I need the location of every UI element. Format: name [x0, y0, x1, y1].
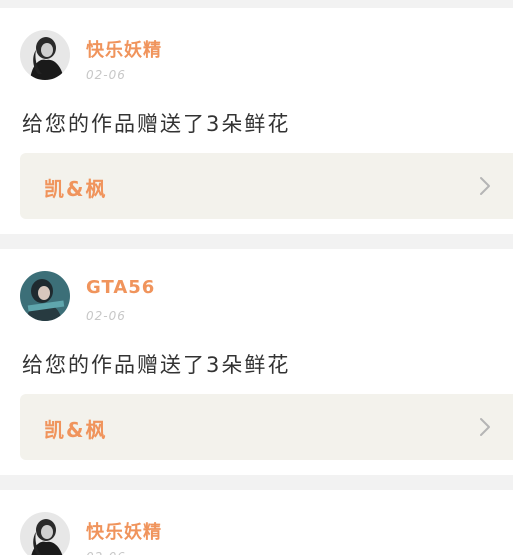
notification-message: 给您的作品赠送了3朵鲜花	[22, 353, 291, 377]
notification-message: 给您的作品赠送了3朵鲜花	[22, 112, 291, 136]
post-date: 02-06	[86, 309, 126, 323]
chevron-right-icon	[480, 177, 490, 195]
post-date: 02-06	[86, 550, 126, 555]
work-link[interactable]: 凯&枫	[20, 153, 513, 219]
user-avatar[interactable]	[20, 271, 70, 321]
chevron-right-icon	[480, 418, 490, 436]
work-title: 凯&枫	[44, 418, 108, 442]
work-title: 凯&枫	[44, 177, 108, 201]
notification-card: 快乐妖精 02-06	[0, 490, 513, 555]
notification-card: 快乐妖精 02-06 给您的作品赠送了3朵鲜花 凯&枫	[0, 8, 513, 234]
teal-portrait-avatar-icon	[20, 271, 70, 321]
username[interactable]: GTA56	[86, 277, 155, 298]
post-date: 02-06	[86, 68, 126, 82]
username[interactable]: 快乐妖精	[86, 518, 162, 544]
flower-notification-feed: 快乐妖精 02-06 给您的作品赠送了3朵鲜花 凯&枫 GTA56 02-06 …	[0, 0, 513, 555]
work-link[interactable]: 凯&枫	[20, 394, 513, 460]
user-avatar[interactable]	[20, 512, 70, 555]
username[interactable]: 快乐妖精	[86, 36, 162, 62]
dark-portrait-avatar-icon	[20, 512, 70, 555]
dark-portrait-avatar-icon	[20, 30, 70, 80]
user-avatar[interactable]	[20, 30, 70, 80]
notification-card: GTA56 02-06 给您的作品赠送了3朵鲜花 凯&枫	[0, 249, 513, 475]
